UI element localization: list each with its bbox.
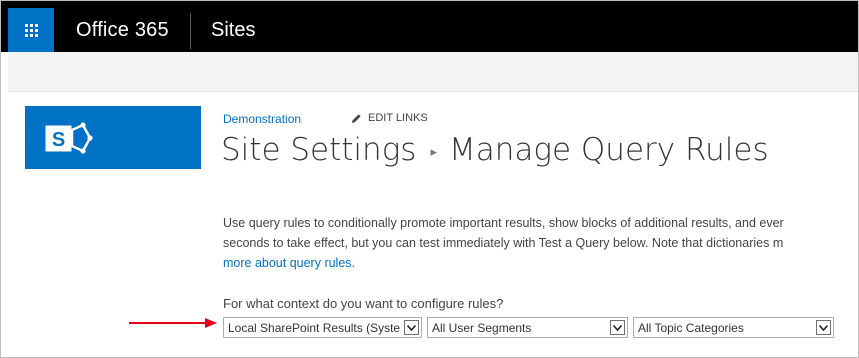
office365-brand-link[interactable]: Office 365 (76, 19, 169, 42)
topic-category-select[interactable]: All Topic Categories (633, 317, 834, 338)
app-launcher-button[interactable] (8, 8, 54, 52)
page-title: Site Settings ▸ Manage Query Rules (221, 132, 769, 168)
ribbon-bar (8, 52, 858, 92)
waffle-icon (24, 23, 38, 37)
chevron-down-icon[interactable] (610, 320, 625, 335)
app-title-sites[interactable]: Sites (211, 19, 255, 42)
result-source-select[interactable]: Local SharePoint Results (Syste (223, 317, 422, 338)
red-arrow-annotation (129, 318, 217, 328)
learn-more-link[interactable]: more about query rules. (223, 256, 355, 270)
suite-bar: Office 365 Sites (1, 1, 858, 52)
chevron-down-icon[interactable] (816, 320, 831, 335)
user-segment-value: All User Segments (432, 321, 532, 335)
result-source-value: Local SharePoint Results (Syste (228, 321, 400, 335)
browser-frame: Office 365 Sites S Demonstration EDIT LI… (0, 0, 859, 358)
suite-bar-divider (190, 13, 191, 49)
svg-text:S: S (52, 129, 65, 151)
context-label: For what context do you want to configur… (223, 296, 504, 311)
site-name-link[interactable]: Demonstration (223, 112, 301, 126)
chevron-down-icon[interactable] (404, 320, 419, 335)
description-line-1: Use query rules to conditionally promote… (223, 216, 784, 230)
breadcrumb-site-settings[interactable]: Site Settings (221, 132, 416, 168)
page-description: Use query rules to conditionally promote… (223, 213, 858, 273)
sharepoint-logo[interactable]: S (25, 106, 201, 169)
edit-links-label: EDIT LINKS (368, 112, 428, 124)
description-line-2: seconds to take effect, but you can test… (223, 236, 784, 250)
breadcrumb-current: Manage Query Rules (448, 132, 769, 168)
user-segment-select[interactable]: All User Segments (427, 317, 628, 338)
edit-links-button[interactable]: EDIT LINKS (351, 112, 428, 124)
pencil-icon (352, 113, 361, 123)
breadcrumb-separator-icon: ▸ (430, 144, 437, 160)
topic-category-value: All Topic Categories (638, 321, 744, 335)
